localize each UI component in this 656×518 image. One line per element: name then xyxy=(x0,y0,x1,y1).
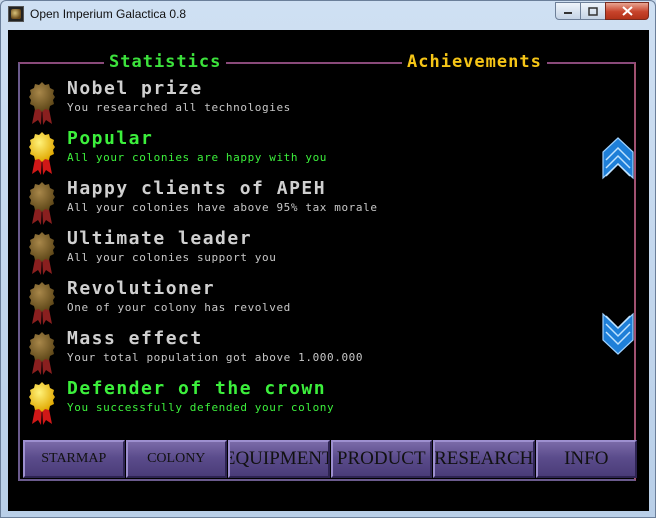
starmap-button[interactable]: STARMAP xyxy=(23,440,125,478)
window-controls xyxy=(555,2,649,20)
maximize-button[interactable] xyxy=(580,2,606,20)
scroll-down-arrow-icon xyxy=(602,312,634,355)
equipment-button[interactable]: EQUIPMENT xyxy=(228,440,330,478)
scroll-up-arrow-icon xyxy=(602,137,634,180)
tab-statistics[interactable]: Statistics xyxy=(104,50,227,74)
achievement-title: Happy clients of APEH xyxy=(67,178,327,199)
achievement-title: Mass effect xyxy=(67,328,203,349)
gold-medal-icon xyxy=(29,382,55,425)
achievement-description: All your colonies are happy with you xyxy=(67,151,328,164)
app-icon xyxy=(8,6,24,22)
achievement-item: Ultimate leader All your colonies support… xyxy=(28,228,588,278)
bronze-medal-icon xyxy=(29,332,55,375)
app-window: Open Imperium Galactica 0.8 Statistics A… xyxy=(0,0,656,518)
achievement-item: Happy clients of APEH All your colonies h… xyxy=(28,178,588,228)
achievement-description: All your colonies have above 95% tax mor… xyxy=(67,201,378,214)
bronze-medal-icon xyxy=(29,182,55,225)
achievement-title: Nobel prize xyxy=(67,78,203,99)
tab-achievements[interactable]: Achievements xyxy=(402,50,547,74)
window-title: Open Imperium Galactica 0.8 xyxy=(30,7,187,21)
maximize-icon xyxy=(588,6,598,16)
achievement-item: Defender of the crown You successfully de… xyxy=(28,378,588,428)
bronze-medal-icon xyxy=(29,232,55,275)
achievement-description: Your total population got above 1.000.00… xyxy=(67,351,364,364)
scroll-down-button[interactable] xyxy=(601,312,635,356)
achievement-item: Mass effect Your total population got abo… xyxy=(28,328,588,378)
achievement-title: Ultimate leader xyxy=(67,228,253,249)
achievement-item: Popular All your colonies are happy with … xyxy=(28,128,588,178)
gold-medal-icon xyxy=(29,132,55,175)
achievements-list: Nobel prize You researched all technologi… xyxy=(28,78,588,428)
achievement-item: Nobel prize You researched all technologi… xyxy=(28,78,588,128)
achievement-description: You researched all technologies xyxy=(67,101,291,114)
achievement-description: All your colonies support you xyxy=(67,251,277,264)
achievement-description: You successfully defended your colony xyxy=(67,401,335,414)
achievement-item: Revolutioner One of your colony has revol… xyxy=(28,278,588,328)
game-screen: Statistics Achievements Nobel prize You r… xyxy=(8,30,649,511)
minimize-button[interactable] xyxy=(555,2,581,20)
bottom-navigation: STARMAP COLONY EQUIPMENT PRODUCT RESEARC… xyxy=(23,440,637,480)
title-bar[interactable]: Open Imperium Galactica 0.8 xyxy=(1,1,655,29)
info-button[interactable]: INFO xyxy=(535,440,637,478)
achievement-description: One of your colony has revolved xyxy=(67,301,291,314)
achievement-title: Revolutioner xyxy=(67,278,216,299)
achievement-title: Defender of the crown xyxy=(67,378,327,399)
research-button[interactable]: RESEARCH xyxy=(433,440,535,478)
close-button[interactable] xyxy=(605,2,649,20)
product-button[interactable]: PRODUCT xyxy=(330,440,432,478)
bronze-medal-icon xyxy=(29,282,55,325)
bronze-medal-icon xyxy=(29,82,55,125)
close-icon xyxy=(621,6,633,16)
minimize-icon xyxy=(564,12,572,14)
colony-button[interactable]: COLONY xyxy=(125,440,227,478)
scroll-up-button[interactable] xyxy=(601,136,635,180)
achievement-title: Popular xyxy=(67,128,154,149)
